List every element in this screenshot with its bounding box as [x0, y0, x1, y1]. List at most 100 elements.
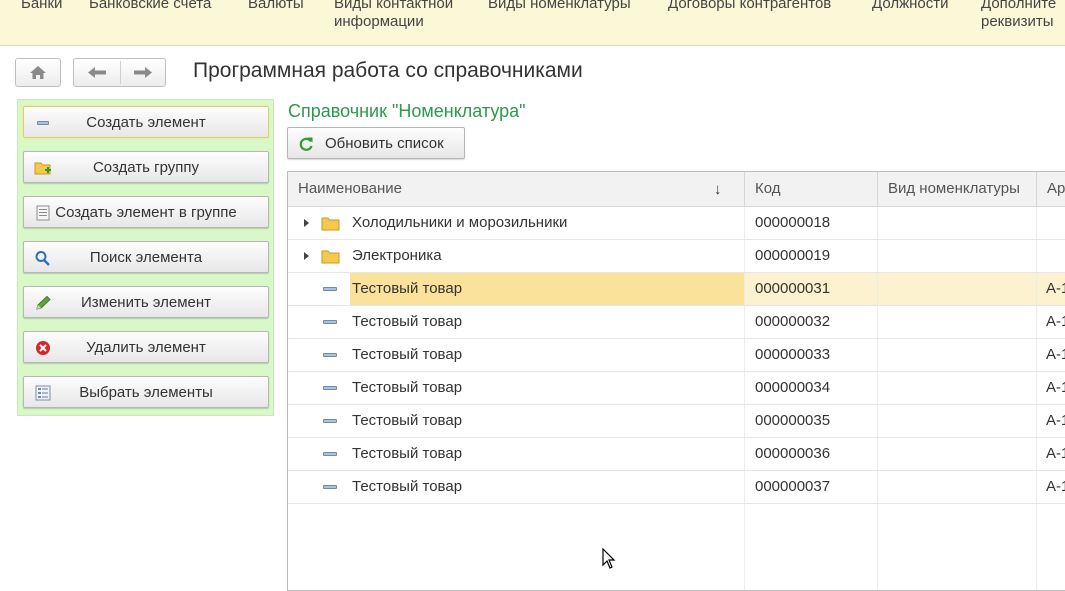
section-additional-attributes[interactable]: Дополните реквизиты [981, 0, 1056, 31]
table-row[interactable]: Тестовый товар 000000033 А-1 [288, 339, 1065, 372]
refresh-list-button[interactable]: Обновить список [287, 127, 465, 159]
refresh-icon [299, 137, 313, 151]
row-article: А-1 [1046, 313, 1065, 330]
search-element-button[interactable]: Поиск элемента [23, 241, 269, 273]
back-button[interactable] [74, 59, 120, 86]
mouse-cursor-icon [602, 548, 616, 569]
element-icon [323, 419, 337, 423]
row-name: Тестовый товар [352, 313, 463, 330]
element-icon [323, 452, 337, 456]
edit-element-button[interactable]: Изменить элемент [23, 286, 269, 318]
create-element-label: Создать элемент [86, 114, 206, 131]
sections-bar: Банки Банковские счета Валюты Виды конта… [0, 0, 1065, 46]
home-icon [30, 66, 46, 79]
refresh-list-label: Обновить список [325, 135, 444, 152]
row-kind [878, 471, 1036, 503]
delete-element-button[interactable]: Удалить элемент [23, 331, 269, 363]
element-icon [323, 386, 337, 390]
column-article-header[interactable]: Ар [1037, 172, 1065, 207]
table-row-selected[interactable]: Тестовый товар 000000031 А-1 [288, 273, 1065, 306]
element-icon [323, 353, 337, 357]
table-row[interactable]: Тестовый товар 000000034 А-1 [288, 372, 1065, 405]
row-kind [878, 339, 1036, 371]
section-banks[interactable]: Банки [21, 0, 62, 13]
row-kind [878, 306, 1036, 338]
section-contact-info-kinds[interactable]: Виды контактной информации [334, 0, 453, 31]
page-title: Программная работа со справочниками [193, 59, 583, 82]
row-article: А-1 [1037, 273, 1065, 305]
row-name: Тестовый товар [352, 412, 463, 429]
row-kind [878, 372, 1036, 404]
row-name: Тестовый товар [352, 379, 463, 396]
row-article: А-1 [1046, 346, 1065, 363]
row-article [1037, 240, 1065, 272]
table-header: Наименование ↓ Код Вид номенклатуры Ар [288, 172, 1065, 207]
arrow-left-icon [88, 67, 106, 78]
home-button[interactable] [15, 58, 61, 87]
expand-arrow-icon[interactable] [304, 252, 309, 260]
element-icon [323, 320, 337, 324]
row-name: Холодильники и морозильники [352, 214, 568, 231]
create-element-in-group-label: Создать элемент в группе [55, 204, 237, 221]
row-article: А-1 [1046, 412, 1065, 429]
nomenclature-table: Наименование ↓ Код Вид номенклатуры Ар Х… [287, 171, 1065, 591]
row-code: 000000035 [755, 412, 831, 429]
history-nav [73, 58, 166, 87]
row-kind [878, 240, 1036, 272]
column-kind-header[interactable]: Вид номенклатуры [878, 172, 1037, 207]
table-row[interactable]: Тестовый товар 000000032 А-1 [288, 306, 1065, 339]
create-element-button[interactable]: Создать элемент [23, 106, 269, 138]
row-code: 000000032 [755, 313, 831, 330]
command-panel: Создать элемент Создать группу Создать э… [17, 99, 274, 416]
section-nomenclature-kinds[interactable]: Виды номенклатуры [488, 0, 631, 13]
row-code: 000000033 [755, 346, 831, 363]
row-code: 000000018 [755, 214, 831, 231]
select-elements-button[interactable]: Выбрать элементы [23, 376, 269, 408]
section-positions[interactable]: Должности [872, 0, 949, 13]
row-name: Тестовый товар [350, 273, 744, 305]
row-code: 000000019 [755, 247, 831, 264]
create-element-in-group-button[interactable]: Создать элемент в группе [23, 196, 269, 228]
row-code: 000000037 [755, 478, 831, 495]
element-icon [323, 485, 337, 489]
table-row[interactable]: Тестовый товар 000000036 А-1 [288, 438, 1065, 471]
delete-element-label: Удалить элемент [86, 339, 206, 356]
table-row-group[interactable]: Холодильники и морозильники 000000018 [288, 207, 1065, 240]
element-icon [323, 287, 337, 291]
catalog-title: Справочник "Номенклатура" [288, 101, 526, 121]
edit-element-label: Изменить элемент [80, 294, 212, 311]
column-code-header[interactable]: Код [745, 172, 878, 207]
row-kind [878, 438, 1036, 470]
section-contracts[interactable]: Договоры контрагентов [668, 0, 831, 13]
row-article: А-1 [1046, 379, 1065, 396]
row-kind [878, 405, 1036, 437]
section-currencies[interactable]: Валюты [248, 0, 304, 13]
section-bank-accounts[interactable]: Банковские счета [89, 0, 211, 13]
row-article: А-1 [1046, 478, 1065, 495]
sort-arrow-icon: ↓ [714, 181, 722, 198]
row-name: Тестовый товар [352, 346, 463, 363]
row-kind [878, 207, 1036, 239]
search-element-label: Поиск элемента [89, 249, 203, 266]
create-group-label: Создать группу [92, 159, 200, 176]
table-row-group[interactable]: Электроника 000000019 [288, 240, 1065, 273]
row-name: Электроника [352, 247, 442, 264]
row-name: Тестовый товар [352, 445, 463, 462]
row-kind [878, 273, 1036, 305]
column-name-label: Наименование [298, 180, 402, 197]
table-row[interactable]: Тестовый товар 000000035 А-1 [288, 405, 1065, 438]
select-elements-label: Выбрать элементы [79, 384, 213, 401]
row-code: 000000036 [755, 445, 831, 462]
forward-button[interactable] [121, 59, 166, 86]
row-article: А-1 [1046, 445, 1065, 462]
column-name-header[interactable]: Наименование [288, 172, 745, 207]
row-article [1037, 207, 1065, 239]
table-row[interactable]: Тестовый товар 000000037 А-1 [288, 471, 1065, 504]
expand-arrow-icon[interactable] [304, 219, 309, 227]
row-name: Тестовый товар [352, 478, 463, 495]
folder-icon [321, 217, 340, 231]
folder-icon [321, 250, 340, 264]
row-code: 000000031 [745, 273, 877, 305]
arrow-right-icon [134, 67, 152, 78]
create-group-button[interactable]: Создать группу [23, 151, 269, 183]
